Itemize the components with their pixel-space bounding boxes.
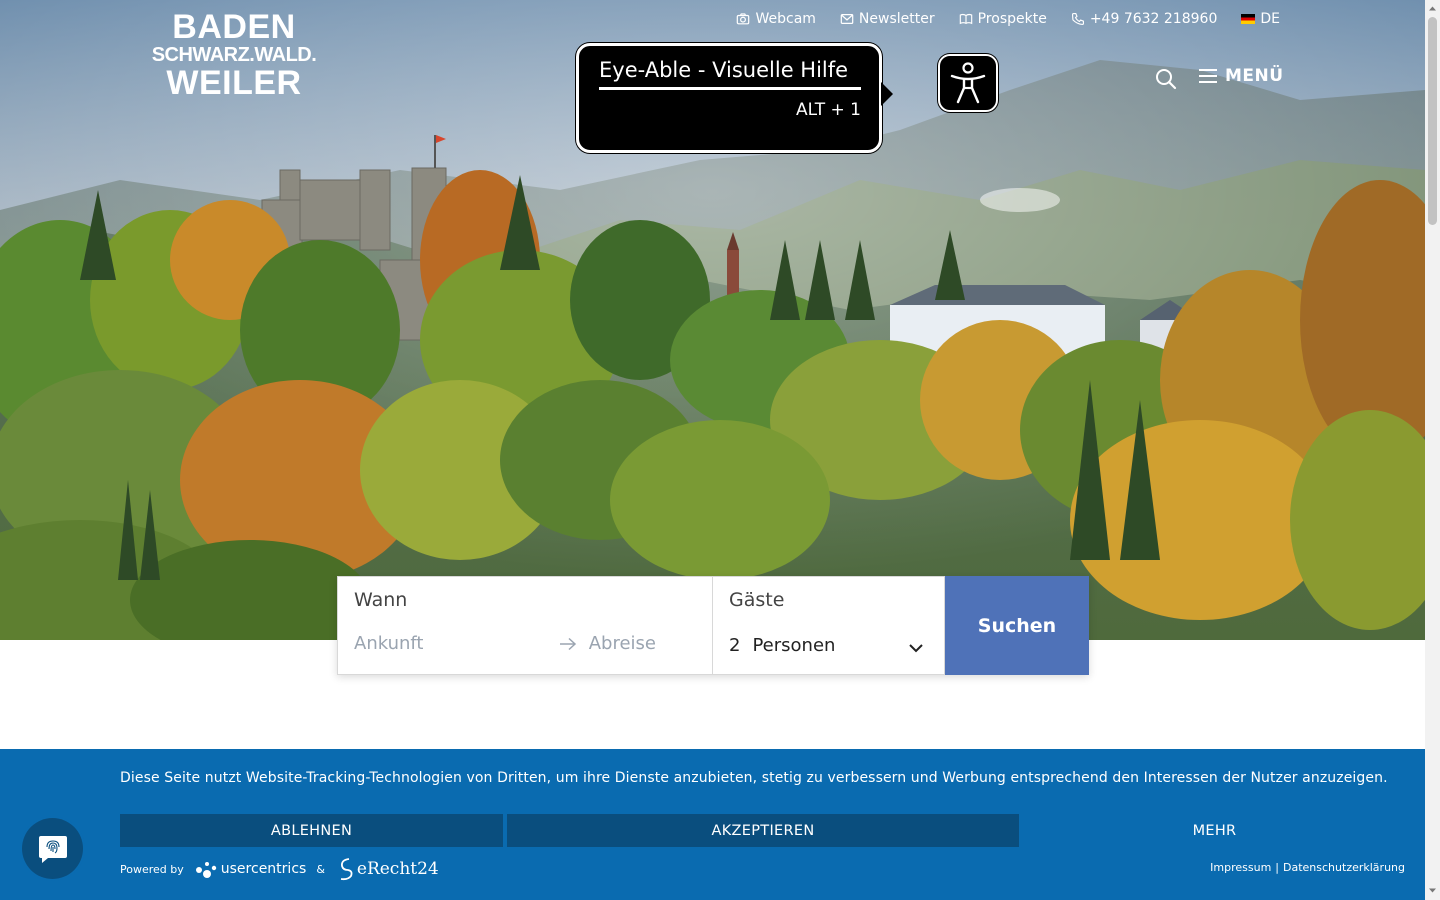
cookie-decline-button[interactable]: ABLEHNEN [120, 814, 503, 847]
site-logo[interactable]: BADEN SCHWARZ.WALD. WEILER [144, 10, 324, 100]
cookie-powered-by: Powered by usercentrics & eRecht24 [120, 857, 439, 881]
envelope-icon [840, 14, 854, 24]
nav-language-label: DE [1260, 11, 1280, 27]
date-range-label: Wann [354, 589, 408, 611]
erecht24-paragraph-icon [340, 858, 353, 881]
accessibility-tooltip: Eye-Able - Visuelle Hilfe ALT + 1 [576, 43, 893, 153]
powered-amp: & [316, 862, 325, 876]
date-range-field[interactable]: Wann Ankunft Abreise [337, 576, 713, 675]
accessibility-person-icon [950, 62, 986, 104]
guests-count: 2 [729, 635, 741, 656]
hamburger-icon [1199, 69, 1217, 83]
nav-language[interactable]: DE [1241, 11, 1280, 27]
cookie-legal-links: Impressum | Datenschutzerklärung [1210, 861, 1405, 874]
scrollbar-thumb[interactable] [1428, 17, 1437, 225]
accessibility-shortcut: ALT + 1 [795, 100, 861, 120]
erecht24-logo[interactable]: eRecht24 [335, 857, 439, 881]
accessibility-button[interactable] [938, 54, 998, 112]
accessibility-tooltip-title: Eye-Able - Visuelle Hilfe [599, 58, 861, 90]
search-submit-button[interactable]: Suchen [945, 576, 1089, 675]
nav-webcam-label: Webcam [755, 11, 816, 27]
nav-prospekte-label: Prospekte [977, 11, 1047, 27]
page-scrollbar[interactable] [1425, 0, 1440, 900]
menu-button[interactable]: MENÜ [1199, 66, 1284, 86]
nav-webcam[interactable]: Webcam [736, 11, 816, 27]
usercentrics-logo[interactable]: usercentrics [194, 858, 307, 880]
logo-line-2: SCHWARZ.WALD. [151, 44, 317, 66]
search-icon [1156, 69, 1177, 90]
nav-phone[interactable]: +49 7632 218960 [1071, 11, 1218, 27]
phone-icon [1071, 13, 1084, 25]
privacy-link[interactable]: Datenschutzerklärung [1283, 861, 1405, 874]
nav-phone-label: +49 7632 218960 [1089, 11, 1218, 27]
powered-by-label: Powered by [120, 862, 184, 876]
usercentrics-label: usercentrics [220, 861, 307, 877]
german-flag-icon [1241, 14, 1256, 24]
guests-select[interactable]: Gäste 2 Personen [713, 576, 945, 675]
camera-icon [737, 13, 750, 25]
cookie-accept-button[interactable]: AKZEPTIEREN [507, 814, 1019, 847]
book-icon [959, 13, 972, 25]
arrow-right-icon [559, 637, 576, 650]
menu-label: MENÜ [1225, 66, 1284, 86]
impressum-link[interactable]: Impressum [1210, 861, 1271, 874]
scroll-down-arrow-icon[interactable] [1428, 886, 1437, 895]
site-search-button[interactable] [1155, 68, 1177, 90]
departure-input[interactable]: Abreise [589, 633, 656, 654]
booking-search-bar: Wann Ankunft Abreise Gäste 2 Personen Su… [337, 576, 1089, 675]
logo-line-3: WEILER [166, 64, 302, 102]
guests-unit: Personen [752, 635, 836, 656]
cookie-consent-banner: Diese Seite nutzt Website-Tracking-Techn… [0, 749, 1425, 900]
legal-separator: | [1275, 861, 1280, 874]
arrival-input[interactable]: Ankunft [354, 633, 424, 654]
cookie-message: Diese Seite nutzt Website-Tracking-Techn… [120, 770, 1388, 786]
erecht24-label: eRecht24 [356, 859, 439, 879]
usercentrics-dots-icon [195, 862, 216, 878]
chevron-down-icon [909, 644, 923, 653]
cookie-more-button[interactable]: MEHR [1023, 814, 1406, 847]
guests-label: Gäste [729, 589, 785, 611]
scroll-up-arrow-icon[interactable] [1428, 4, 1437, 13]
top-navigation: Webcam Newsletter Prospekte +49 7632 218… [736, 11, 1280, 27]
nav-newsletter[interactable]: Newsletter [840, 11, 935, 27]
nav-newsletter-label: Newsletter [858, 11, 935, 27]
fingerprint-chat-icon [38, 835, 67, 863]
privacy-settings-button[interactable] [22, 818, 83, 879]
nav-prospekte[interactable]: Prospekte [959, 11, 1047, 27]
logo-line-1: BADEN [172, 8, 296, 46]
